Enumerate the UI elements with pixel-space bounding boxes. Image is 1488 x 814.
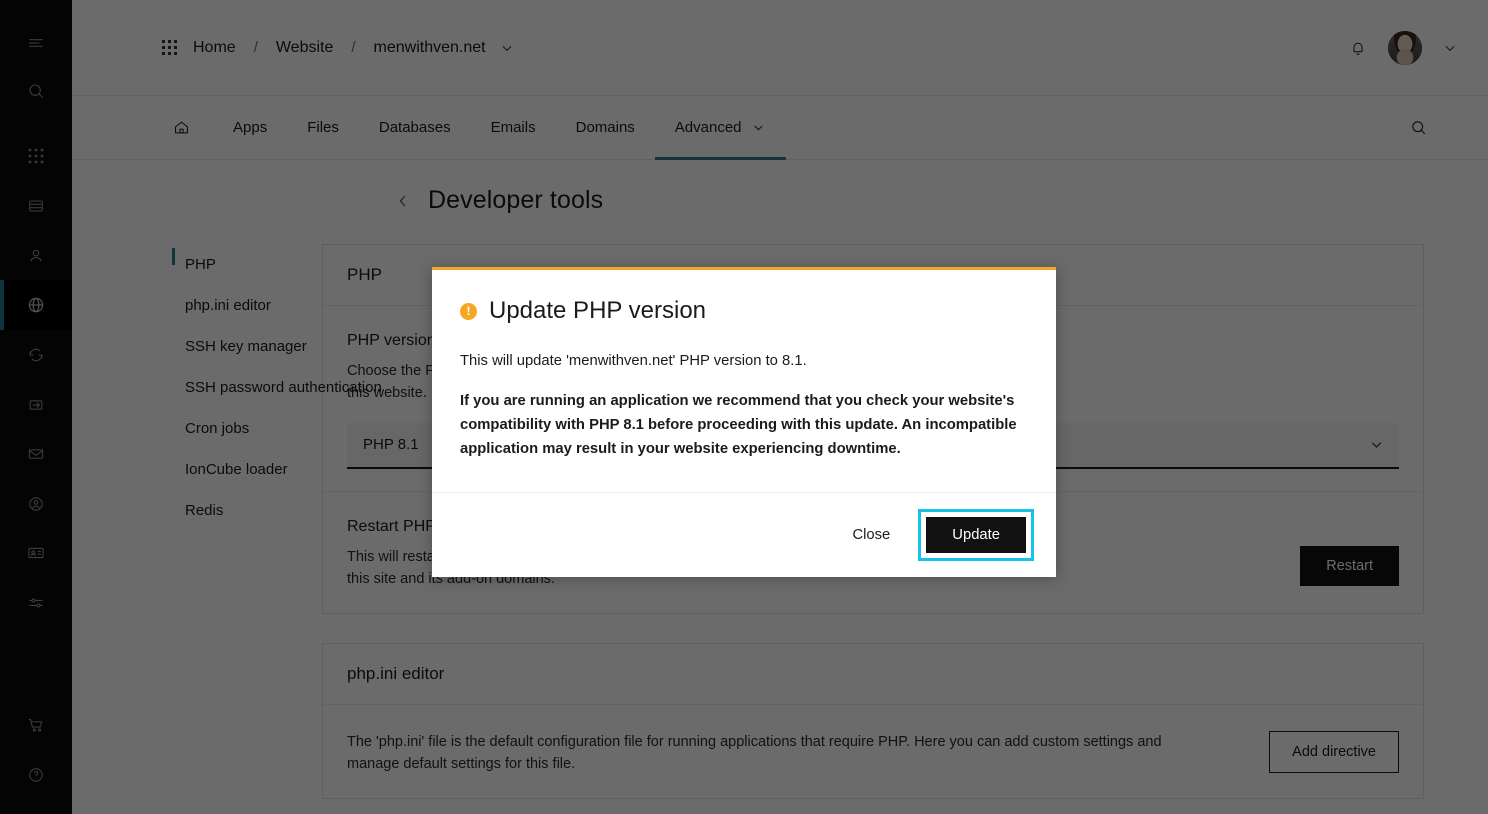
warning-icon: ! — [460, 302, 477, 320]
dialog-footer: Close Update — [432, 492, 1056, 577]
dialog-paragraph-1: This will update 'menwithven.net' PHP ve… — [460, 353, 807, 369]
update-button-focus-ring: Update — [918, 509, 1034, 562]
app-root: Home / Website / menwithven.net — [0, 0, 1488, 814]
dialog-body: ! Update PHP version This will update 'm… — [432, 270, 1056, 492]
close-button[interactable]: Close — [838, 517, 904, 553]
dialog-title: Update PHP version — [489, 297, 707, 324]
update-php-version-dialog: ! Update PHP version This will update 'm… — [432, 267, 1056, 578]
dialog-paragraph-2: If you are running an application we rec… — [460, 393, 1017, 458]
update-button[interactable]: Update — [926, 517, 1026, 554]
